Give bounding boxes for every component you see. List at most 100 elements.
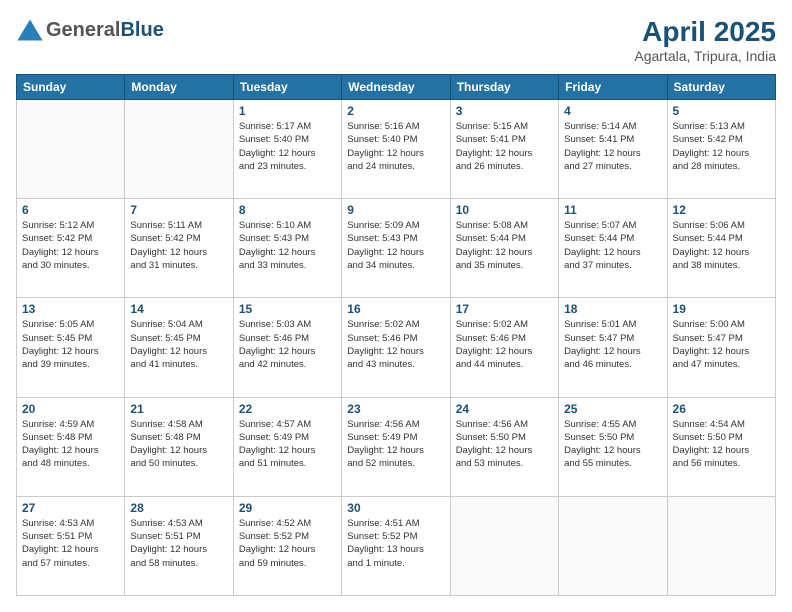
sunrise-label: Sunrise: 5:17 AM — [239, 121, 311, 132]
day-info: Sunrise: 5:08 AMSunset: 5:44 PMDaylight:… — [456, 219, 553, 272]
calendar-cell-day-3: 3 Sunrise: 5:15 AMSunset: 5:41 PMDaylight… — [450, 100, 558, 199]
day-number: 17 — [456, 302, 553, 316]
sunrise-label: Sunrise: 4:56 AM — [456, 419, 528, 430]
daylight-minutes: and 35 minutes. — [456, 260, 524, 271]
day-number: 6 — [22, 203, 119, 217]
day-number: 23 — [347, 402, 444, 416]
day-number: 7 — [130, 203, 227, 217]
daylight-hours: Daylight: 12 hours — [347, 247, 424, 258]
daylight-hours: Daylight: 12 hours — [564, 148, 641, 159]
day-info: Sunrise: 5:10 AMSunset: 5:43 PMDaylight:… — [239, 219, 336, 272]
daylight-minutes: and 48 minutes. — [22, 458, 90, 469]
daylight-hours: Daylight: 12 hours — [673, 445, 750, 456]
calendar-cell-day-6: 6 Sunrise: 5:12 AM Sunset: 5:42 PM Daylight… — [17, 199, 125, 298]
day-number: 20 — [22, 402, 119, 416]
sunset-label: Sunset: 5:41 PM — [456, 134, 526, 145]
daylight-hours: Daylight: 12 hours — [239, 148, 316, 159]
day-number: 5 — [673, 104, 770, 118]
sunset-label: Sunset: 5:48 PM — [130, 432, 200, 443]
calendar-cell-day-5: 5 Sunrise: 5:13 AMSunset: 5:42 PMDaylight… — [667, 100, 775, 199]
daylight-hours: Daylight: 12 hours — [22, 346, 99, 357]
daylight-minutes: and 23 minutes. — [239, 161, 307, 172]
daylight-minutes: and 42 minutes. — [239, 359, 307, 370]
sunset-label: Sunset: 5:50 PM — [564, 432, 634, 443]
sunrise-label: Sunrise: 5:02 AM — [456, 319, 528, 330]
daylight-minutes: and 27 minutes. — [564, 161, 632, 172]
sunset-label: Sunset: 5:46 PM — [347, 333, 417, 344]
sunset-label: Sunset: 5:51 PM — [22, 531, 92, 542]
calendar-row-5: 27Sunrise: 4:53 AMSunset: 5:51 PMDayligh… — [17, 496, 776, 595]
sunrise-label: Sunrise: 5:13 AM — [673, 121, 745, 132]
calendar-cell-empty — [559, 496, 667, 595]
day-number: 4 — [564, 104, 661, 118]
day-number: 12 — [673, 203, 770, 217]
calendar-cell-day-15: 15Sunrise: 5:03 AMSunset: 5:46 PMDayligh… — [233, 298, 341, 397]
day-info: Sunrise: 5:04 AMSunset: 5:45 PMDaylight:… — [130, 318, 227, 371]
daylight-hours: Daylight: 12 hours — [673, 148, 750, 159]
day-info: Sunrise: 5:12 AM Sunset: 5:42 PM Daylight:… — [22, 219, 119, 272]
col-thursday: Thursday — [450, 75, 558, 100]
day-info: Sunrise: 4:55 AMSunset: 5:50 PMDaylight:… — [564, 418, 661, 471]
sunset-label: Sunset: 5:44 PM — [564, 233, 634, 244]
day-info: Sunrise: 5:13 AMSunset: 5:42 PMDaylight:… — [673, 120, 770, 173]
day-number: 16 — [347, 302, 444, 316]
sunrise-label: Sunrise: 5:07 AM — [564, 220, 636, 231]
daylight-hours: Daylight: 12 hours — [673, 346, 750, 357]
sunrise-label: Sunrise: 4:52 AM — [239, 518, 311, 529]
day-info: Sunrise: 5:03 AMSunset: 5:46 PMDaylight:… — [239, 318, 336, 371]
daylight-hours: Daylight: 12 hours — [22, 247, 99, 258]
sunset-label: Sunset: 5:40 PM — [347, 134, 417, 145]
calendar-cell-day-18: 18Sunrise: 5:01 AMSunset: 5:47 PMDayligh… — [559, 298, 667, 397]
day-number: 29 — [239, 501, 336, 515]
daylight-minutes: and 1 minute. — [347, 558, 405, 569]
daylight-hours: Daylight: 13 hours — [347, 544, 424, 555]
daylight-minutes: and 57 minutes. — [22, 558, 90, 569]
day-info: Sunrise: 4:58 AMSunset: 5:48 PMDaylight:… — [130, 418, 227, 471]
sunset-label: Sunset: 5:50 PM — [456, 432, 526, 443]
day-number: 27 — [22, 501, 119, 515]
sunset-label: Sunset: 5:45 PM — [22, 333, 92, 344]
page: GeneralBlue April 2025 Agartala, Tripura… — [0, 0, 792, 612]
logo: GeneralBlue — [16, 16, 164, 44]
daylight-hours: Daylight: 12 hours — [239, 247, 316, 258]
daylight-minutes: and 24 minutes. — [347, 161, 415, 172]
daylight-hours: Daylight: 12 hours — [673, 247, 750, 258]
day-info: Sunrise: 4:54 AMSunset: 5:50 PMDaylight:… — [673, 418, 770, 471]
daylight-minutes: and 31 minutes. — [130, 260, 198, 271]
sunset-label: Sunset: 5:44 PM — [673, 233, 743, 244]
day-info: Sunrise: 5:14 AMSunset: 5:41 PMDaylight:… — [564, 120, 661, 173]
day-number: 3 — [456, 104, 553, 118]
day-info: Sunrise: 5:15 AMSunset: 5:41 PMDaylight:… — [456, 120, 553, 173]
calendar-cell-day-11: 11Sunrise: 5:07 AMSunset: 5:44 PMDayligh… — [559, 199, 667, 298]
sunset-label: Sunset: 5:40 PM — [239, 134, 309, 145]
daylight-hours: Daylight: 12 hours — [130, 544, 207, 555]
day-number: 21 — [130, 402, 227, 416]
sunset-label: Sunset: 5:41 PM — [564, 134, 634, 145]
day-info: Sunrise: 4:52 AMSunset: 5:52 PMDaylight:… — [239, 517, 336, 570]
daylight-minutes: and 33 minutes. — [239, 260, 307, 271]
daylight-minutes: and 58 minutes. — [130, 558, 198, 569]
sunrise-label: Sunrise: 4:56 AM — [347, 419, 419, 430]
day-info: Sunrise: 5:16 AMSunset: 5:40 PMDaylight:… — [347, 120, 444, 173]
daylight-minutes: and 52 minutes. — [347, 458, 415, 469]
calendar-row-3: 13Sunrise: 5:05 AMSunset: 5:45 PMDayligh… — [17, 298, 776, 397]
calendar-cell-day-17: 17Sunrise: 5:02 AMSunset: 5:46 PMDayligh… — [450, 298, 558, 397]
calendar-table: Sunday Monday Tuesday Wednesday Thursday… — [16, 74, 776, 596]
sunset-label: Sunset: 5:42 PM — [22, 233, 92, 244]
sunrise-label: Sunrise: 5:06 AM — [673, 220, 745, 231]
daylight-minutes: and 41 minutes. — [130, 359, 198, 370]
sunrise-label: Sunrise: 5:12 AM — [22, 220, 94, 231]
calendar-cell-empty — [450, 496, 558, 595]
calendar-cell-day-1: 1Sunrise: 5:17 AMSunset: 5:40 PMDaylight… — [233, 100, 341, 199]
day-number: 30 — [347, 501, 444, 515]
daylight-minutes: and 47 minutes. — [673, 359, 741, 370]
day-info: Sunrise: 5:00 AMSunset: 5:47 PMDaylight:… — [673, 318, 770, 371]
daylight-hours: Daylight: 12 hours — [347, 445, 424, 456]
day-number: 25 — [564, 402, 661, 416]
col-friday: Friday — [559, 75, 667, 100]
calendar-cell-day-27: 27Sunrise: 4:53 AMSunset: 5:51 PMDayligh… — [17, 496, 125, 595]
calendar-cell-day-30: 30Sunrise: 4:51 AMSunset: 5:52 PMDayligh… — [342, 496, 450, 595]
day-number: 9 — [347, 203, 444, 217]
col-sunday: Sunday — [17, 75, 125, 100]
daylight-minutes: and 34 minutes. — [347, 260, 415, 271]
